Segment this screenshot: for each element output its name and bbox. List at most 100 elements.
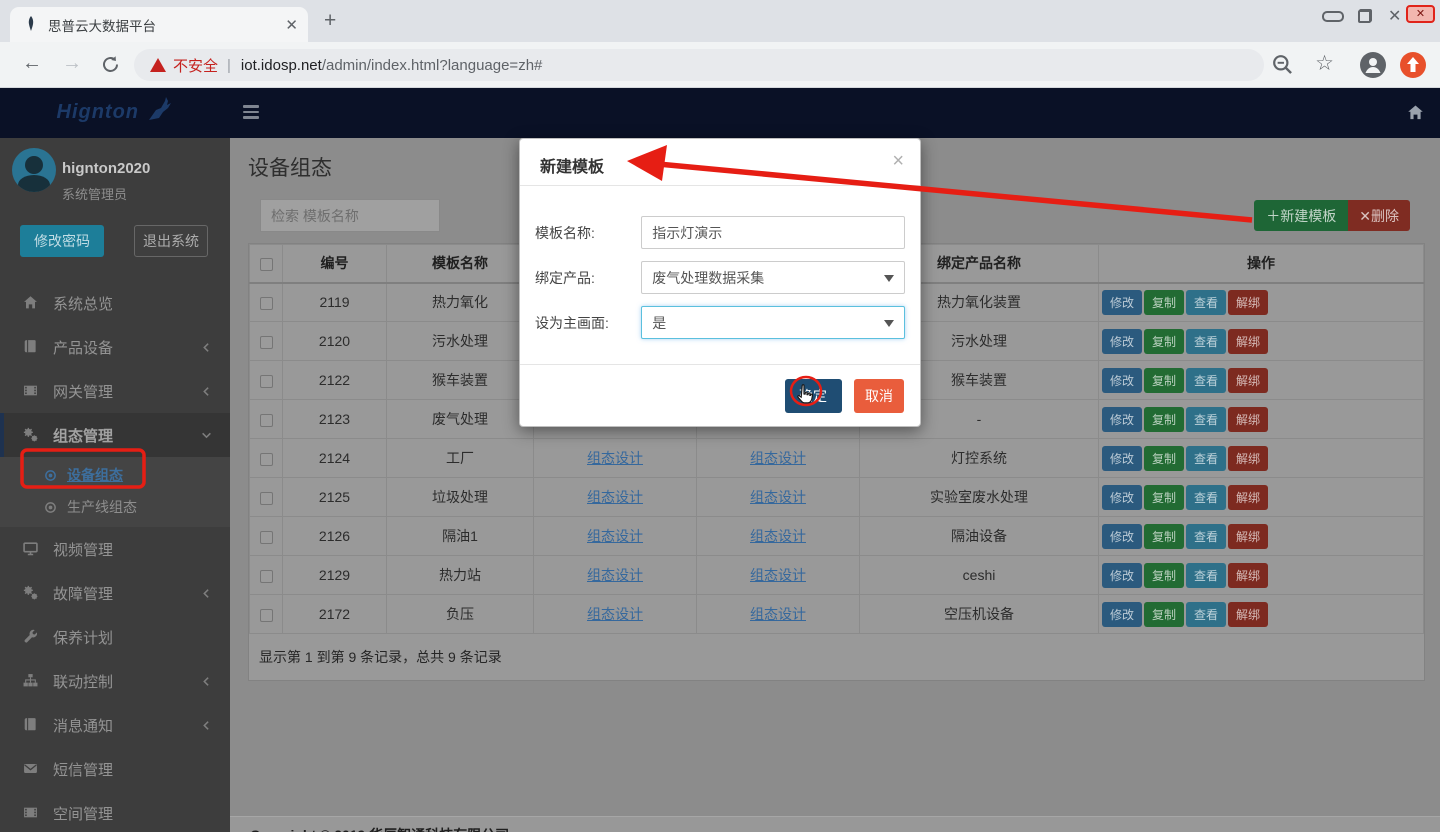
row-checkbox[interactable] (260, 414, 273, 427)
edit-button[interactable]: 修改 (1102, 329, 1142, 354)
view-button[interactable]: 查看 (1186, 329, 1226, 354)
sidebar-item-config-mgmt[interactable]: 组态管理 (0, 413, 230, 457)
tab-close-icon[interactable]: ✕ (285, 16, 298, 34)
sidebar-item-gateway-mgmt[interactable]: 网关管理 (0, 369, 230, 413)
edit-button[interactable]: 修改 (1102, 446, 1142, 471)
sidebar-item-device-config[interactable]: 设备组态 (0, 459, 230, 491)
sidebar-item-system-overview[interactable]: 系统总览 (0, 281, 230, 325)
screen: 思普云大数据平台 ✕ + ✕ ✕ ← → 不安全 | iot.idosp.net… (0, 0, 1440, 832)
minimize-icon[interactable] (1322, 11, 1344, 22)
unbind-button[interactable]: 解绑 (1228, 563, 1268, 588)
template-name-field[interactable] (641, 216, 905, 249)
copy-button[interactable]: 复制 (1144, 368, 1184, 393)
add-template-button[interactable]: ＋新建模板 (1254, 200, 1348, 231)
edit-button[interactable]: 修改 (1102, 407, 1142, 432)
x-icon: ✕ (1359, 208, 1371, 224)
config-design-link[interactable]: 组态设计 (750, 567, 806, 583)
edit-button[interactable]: 修改 (1102, 485, 1142, 510)
row-checkbox[interactable] (260, 453, 273, 466)
view-button[interactable]: 查看 (1186, 602, 1226, 627)
copy-button[interactable]: 复制 (1144, 407, 1184, 432)
home-icon[interactable] (1407, 104, 1424, 121)
copy-button[interactable]: 复制 (1144, 602, 1184, 627)
view-button[interactable]: 查看 (1186, 407, 1226, 432)
view-button[interactable]: 查看 (1186, 563, 1226, 588)
view-button[interactable]: 查看 (1186, 524, 1226, 549)
bind-product-select[interactable]: 废气处理数据采集 (641, 261, 905, 294)
forward-icon[interactable]: → (62, 52, 82, 75)
unbind-button[interactable]: 解绑 (1228, 407, 1268, 432)
config-design-link[interactable]: 组态设计 (750, 606, 806, 622)
menu-toggle-icon[interactable] (243, 105, 259, 122)
new-tab-button[interactable]: + (324, 11, 336, 31)
row-checkbox[interactable] (260, 297, 273, 310)
sidebar-item-maintenance-plan[interactable]: 保养计划 (0, 615, 230, 659)
unbind-button[interactable]: 解绑 (1228, 368, 1268, 393)
copy-button[interactable]: 复制 (1144, 524, 1184, 549)
sidebar-item-product-device[interactable]: 产品设备 (0, 325, 230, 369)
search-input[interactable] (260, 199, 440, 232)
change-password-button[interactable]: 修改密码 (20, 225, 104, 257)
row-checkbox[interactable] (260, 609, 273, 622)
row-template-name: 工厂 (387, 439, 534, 478)
bookmark-star-icon[interactable]: ☆ (1315, 49, 1334, 77)
extension-up-icon[interactable] (1400, 51, 1426, 79)
restore-icon[interactable] (1358, 9, 1372, 23)
view-button[interactable]: 查看 (1186, 446, 1226, 471)
back-icon[interactable]: ← (22, 52, 42, 75)
edit-button[interactable]: 修改 (1102, 524, 1142, 549)
row-checkbox[interactable] (260, 492, 273, 505)
sidebar-item-linkage-control[interactable]: 联动控制 (0, 659, 230, 703)
sidebar-item-message-notify[interactable]: 消息通知 (0, 703, 230, 747)
edit-button[interactable]: 修改 (1102, 602, 1142, 627)
view-button[interactable]: 查看 (1186, 485, 1226, 510)
select-all-checkbox[interactable] (260, 258, 273, 271)
unbind-button[interactable]: 解绑 (1228, 485, 1268, 510)
config-design-link[interactable]: 组态设计 (750, 450, 806, 466)
unbind-button[interactable]: 解绑 (1228, 524, 1268, 549)
unbind-button[interactable]: 解绑 (1228, 290, 1268, 315)
ok-button[interactable]: 确定 (785, 379, 842, 413)
copy-button[interactable]: 复制 (1144, 329, 1184, 354)
view-button[interactable]: 查看 (1186, 290, 1226, 315)
main-screen-select[interactable]: 是 (641, 306, 905, 339)
logout-button[interactable]: 退出系统 (134, 225, 208, 257)
edit-button[interactable]: 修改 (1102, 563, 1142, 588)
unbind-button[interactable]: 解绑 (1228, 602, 1268, 627)
unbind-button[interactable]: 解绑 (1228, 446, 1268, 471)
zoom-out-icon[interactable] (1272, 51, 1294, 79)
sidebar-item-space-mgmt[interactable]: 空间管理 (0, 791, 230, 832)
copy-button[interactable]: 复制 (1144, 485, 1184, 510)
copy-button[interactable]: 复制 (1144, 563, 1184, 588)
cancel-button[interactable]: 取消 (854, 379, 904, 413)
sidebar-item-sms-mgmt[interactable]: 短信管理 (0, 747, 230, 791)
delete-button[interactable]: ✕删除 (1348, 200, 1410, 231)
edit-button[interactable]: 修改 (1102, 290, 1142, 315)
config-design-link[interactable]: 组态设计 (587, 528, 643, 544)
config-design-link[interactable]: 组态设计 (587, 606, 643, 622)
config-design-link[interactable]: 组态设计 (750, 528, 806, 544)
copy-button[interactable]: 复制 (1144, 446, 1184, 471)
row-checkbox[interactable] (260, 531, 273, 544)
config-design-link[interactable]: 组态设计 (587, 489, 643, 505)
view-button[interactable]: 查看 (1186, 368, 1226, 393)
sidebar-item-production-line-config[interactable]: 生产线组态 (0, 491, 230, 523)
config-design-link[interactable]: 组态设计 (587, 567, 643, 583)
edit-button[interactable]: 修改 (1102, 368, 1142, 393)
url-bar[interactable]: 不安全 | iot.idosp.net /admin/index.html?la… (134, 49, 1264, 81)
row-checkbox[interactable] (260, 375, 273, 388)
profile-avatar-icon[interactable] (1360, 51, 1386, 79)
reload-icon[interactable] (101, 55, 120, 74)
copy-button[interactable]: 复制 (1144, 290, 1184, 315)
config-design-link[interactable]: 组态设计 (587, 450, 643, 466)
row-checkbox[interactable] (260, 336, 273, 349)
row-checkbox[interactable] (260, 570, 273, 583)
config-design-link[interactable]: 组态设计 (750, 489, 806, 505)
browser-tab[interactable]: 思普云大数据平台 ✕ (10, 7, 308, 42)
modal-close-icon[interactable]: × (892, 150, 904, 173)
close-window-icon[interactable]: ✕ (1388, 6, 1401, 26)
unbind-button[interactable]: 解绑 (1228, 329, 1268, 354)
sidebar-item-fault-mgmt[interactable]: 故障管理 (0, 571, 230, 615)
sidebar-item-video-mgmt[interactable]: 视频管理 (0, 527, 230, 571)
chevron-down-icon (201, 430, 212, 441)
